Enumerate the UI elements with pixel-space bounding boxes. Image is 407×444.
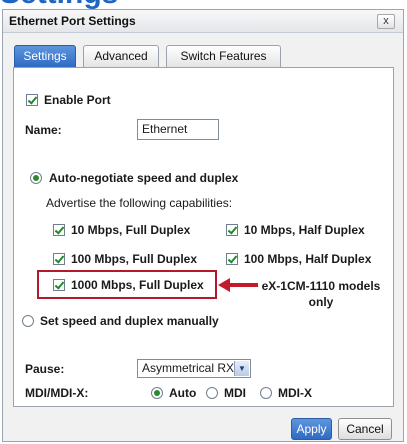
mdi-mdix-radio[interactable]: [260, 387, 272, 399]
ethernet-port-settings-dialog: Ethernet Port Settings x Settings Advanc…: [2, 9, 404, 442]
mdi-label: MDI/MDI-X:: [25, 386, 89, 400]
tab-switch-features[interactable]: Switch Features: [166, 45, 281, 67]
cap-10-full-label: 10 Mbps, Full Duplex: [71, 223, 191, 237]
cap-100-half-label: 100 Mbps, Half Duplex: [244, 252, 372, 266]
dialog-title: Ethernet Port Settings: [9, 14, 136, 28]
chevron-down-icon[interactable]: ▼: [234, 361, 249, 376]
manual-speed-label: Set speed and duplex manually: [40, 314, 219, 328]
pause-select-value: Asymmetrical RX: [142, 361, 235, 375]
cap-100-full-label: 100 Mbps, Full Duplex: [71, 252, 198, 266]
settings-panel: Enable Port Name: Ethernet Auto-negotiat…: [13, 67, 394, 407]
enable-port-label: Enable Port: [44, 93, 111, 107]
close-button[interactable]: x: [377, 14, 395, 29]
name-field[interactable]: Ethernet: [137, 119, 219, 140]
dialog-titlebar: Ethernet Port Settings x: [3, 10, 403, 33]
autoneg-radio[interactable]: [30, 172, 42, 184]
model-note: eX-1CM-1110 models only: [261, 279, 381, 309]
cap-1000-full-label: 1000 Mbps, Full Duplex: [71, 278, 204, 292]
close-icon: x: [383, 15, 389, 27]
pause-label: Pause:: [25, 362, 65, 376]
cap-10-full-checkbox[interactable]: [53, 224, 65, 236]
mdi-auto-radio[interactable]: [151, 387, 163, 399]
cap-1000-full-checkbox[interactable]: [53, 279, 65, 291]
cap-10-half-label: 10 Mbps, Half Duplex: [244, 223, 365, 237]
cap-100-half-checkbox[interactable]: [226, 253, 238, 265]
mdi-mdi-label: MDI: [224, 386, 246, 400]
mdi-auto-label: Auto: [169, 386, 197, 400]
cancel-button[interactable]: Cancel: [338, 418, 392, 440]
cap-10-half-checkbox[interactable]: [226, 224, 238, 236]
mdi-mdix-label: MDI-X: [278, 386, 312, 400]
manual-speed-radio[interactable]: [22, 315, 34, 327]
arrow-left-icon: [218, 278, 258, 292]
tab-advanced[interactable]: Advanced: [83, 45, 159, 67]
apply-button[interactable]: Apply: [291, 418, 332, 440]
enable-port-checkbox[interactable]: [26, 94, 38, 106]
cap-100-full-checkbox[interactable]: [53, 253, 65, 265]
pause-select[interactable]: Asymmetrical RX ▼: [137, 359, 251, 378]
advertise-label: Advertise the following capabilities:: [46, 196, 233, 210]
mdi-mdi-radio[interactable]: [206, 387, 218, 399]
name-label: Name:: [25, 123, 62, 137]
tab-settings[interactable]: Settings: [14, 45, 76, 67]
page-heading-clipped: Settings: [0, 0, 118, 9]
autoneg-label: Auto-negotiate speed and duplex: [49, 171, 239, 185]
